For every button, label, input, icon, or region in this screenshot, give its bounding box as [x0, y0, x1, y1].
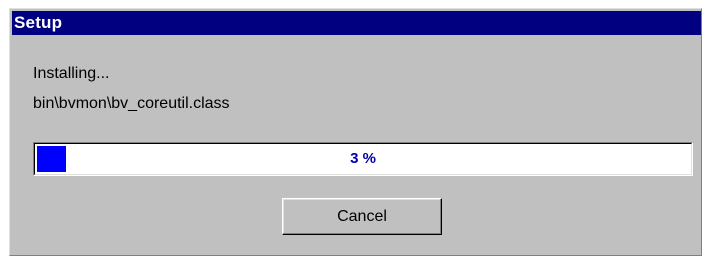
current-file-text: bin\bvmon\bv_coreutil.class [33, 95, 230, 112]
setup-dialog: Setup Installing... bin\bvmon\bv_coreuti… [9, 8, 702, 256]
progress-track: 3 % [34, 143, 692, 175]
title-bar[interactable]: Setup [12, 11, 701, 35]
progress-bar: 3 % [33, 142, 693, 176]
progress-percent-label: 3 % [350, 150, 376, 167]
cancel-button[interactable]: Cancel [282, 198, 442, 235]
status-action-text: Installing... [33, 65, 110, 82]
window-title: Setup [14, 13, 63, 32]
